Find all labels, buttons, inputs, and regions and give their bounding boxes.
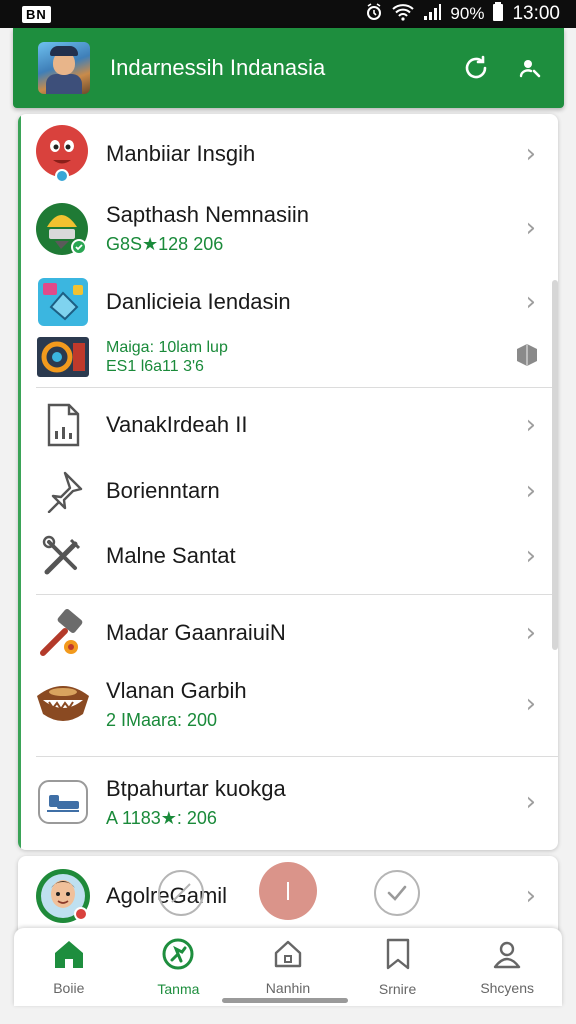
nav-nanhin[interactable]: Nanhin xyxy=(233,928,343,1006)
pin-icon xyxy=(35,463,91,519)
list-item[interactable]: Madar GaanraiuiN › xyxy=(18,602,558,664)
document-chart-icon xyxy=(35,397,91,453)
battery-percent: 90% xyxy=(450,4,485,23)
chevron-right-icon: › xyxy=(525,410,536,440)
notification-badge: BN xyxy=(22,5,51,23)
check-circle-icon[interactable] xyxy=(374,870,420,916)
game-monster-icon xyxy=(35,676,91,732)
alarm-icon xyxy=(364,2,384,27)
chevron-right-icon: › xyxy=(525,689,536,719)
clock: 13:00 xyxy=(512,3,560,24)
item-label: Vlanan Garbih xyxy=(106,677,247,703)
avatar xyxy=(35,868,91,924)
chevron-right-icon: › xyxy=(525,213,536,243)
game-red-bird-icon xyxy=(35,125,91,183)
game-ring-icon xyxy=(35,337,91,377)
chevron-right-icon: › xyxy=(525,139,536,169)
chevron-right-icon: › xyxy=(525,541,536,571)
house-icon xyxy=(273,939,303,974)
app-avatar[interactable] xyxy=(38,42,90,94)
home-indicator[interactable] xyxy=(222,998,348,1003)
chevron-right-icon: › xyxy=(525,476,536,506)
item-label: Sapthash Nemnasiin xyxy=(106,201,310,227)
item-label: Madar GaanraiuiN xyxy=(106,620,286,645)
loading-icon xyxy=(158,870,204,916)
nav-label: Tanma xyxy=(157,980,200,997)
menu-card: Manbiiar Insgih › Sapthash Nemnasiin G8S… xyxy=(18,114,558,850)
chevron-right-icon: › xyxy=(525,618,536,648)
divider xyxy=(36,594,558,595)
bottom-navigation: Boiie Tanma Nanhin Srnire Shcyens xyxy=(14,928,562,1006)
tools-icon xyxy=(35,528,91,584)
running-icon xyxy=(162,938,194,975)
list-item[interactable]: Danlicieia Iendasin › xyxy=(18,274,558,330)
status-bar: BN 90% 13:00 xyxy=(0,0,576,28)
game-helmet-icon xyxy=(35,200,91,256)
item-detail-line1: Maiga: 10lam lup xyxy=(106,339,228,356)
item-detail-line2: ES1 l6a11 3'6 xyxy=(106,358,204,375)
profile-icon xyxy=(492,939,522,974)
nav-tanma[interactable]: Tanma xyxy=(124,928,234,1006)
item-label: Malne Santat xyxy=(106,543,236,568)
item-rating: A 1183★: 206 xyxy=(106,807,217,828)
game-hammer-icon xyxy=(35,605,91,661)
app-title: Indarnessih Indanasia xyxy=(110,55,326,80)
list-item[interactable]: Borienntarn › xyxy=(18,460,558,522)
nav-shcyens[interactable]: Shcyens xyxy=(452,928,562,1006)
list-item[interactable]: Btpahurtar kuokga A 1183★: 206 › xyxy=(18,768,558,836)
divider xyxy=(36,387,558,388)
chevron-right-icon: › xyxy=(525,787,536,817)
nav-label: Srnire xyxy=(378,980,417,997)
user-settings-icon[interactable] xyxy=(510,48,550,88)
badge-icon xyxy=(516,343,538,372)
home-icon xyxy=(53,939,85,974)
item-label: Manbiiar Insgih xyxy=(106,141,256,166)
bookmark-icon xyxy=(384,938,412,975)
signal-icon xyxy=(422,3,442,26)
item-rating: G8S★128 206 xyxy=(106,233,224,254)
app-bar: Indarnessih Indanasia xyxy=(13,28,564,108)
game-board-icon xyxy=(35,774,91,830)
item-label: Borienntarn xyxy=(106,478,220,503)
item-label: Btpahurtar kuokga xyxy=(106,775,286,801)
battery-icon xyxy=(492,1,504,27)
item-label: Danlicieia Iendasin xyxy=(106,289,291,314)
chevron-right-icon: › xyxy=(525,287,536,317)
nav-label: Boiie xyxy=(53,979,85,996)
refresh-icon[interactable] xyxy=(456,48,496,88)
item-label: VanakIrdeah II xyxy=(106,412,248,437)
record-button[interactable] xyxy=(259,862,317,920)
list-item[interactable]: Manbiiar Insgih › xyxy=(18,122,558,186)
nav-label: Nanhin xyxy=(265,979,311,996)
list-item[interactable]: Sapthash Nemnasiin G8S★128 206 › xyxy=(18,196,558,260)
scrollbar[interactable] xyxy=(552,280,558,650)
list-item[interactable]: VanakIrdeah II › xyxy=(18,394,558,456)
list-item[interactable]: Malne Santat › xyxy=(18,525,558,587)
wifi-icon xyxy=(392,3,415,26)
list-item[interactable]: Maiga: 10lam lup ES1 l6a11 3'6 xyxy=(18,334,558,380)
nav-label: Shcyens xyxy=(480,979,535,996)
item-rating: 2 IMaara: 200 xyxy=(106,709,218,730)
nav-srnire[interactable]: Srnire xyxy=(343,928,453,1006)
divider xyxy=(36,756,558,757)
game-puzzle-icon xyxy=(35,274,91,330)
list-item[interactable]: Vlanan Garbih 2 IMaara: 200 › xyxy=(18,670,558,738)
nav-home[interactable]: Boiie xyxy=(14,928,124,1006)
chevron-right-icon: › xyxy=(525,881,536,911)
